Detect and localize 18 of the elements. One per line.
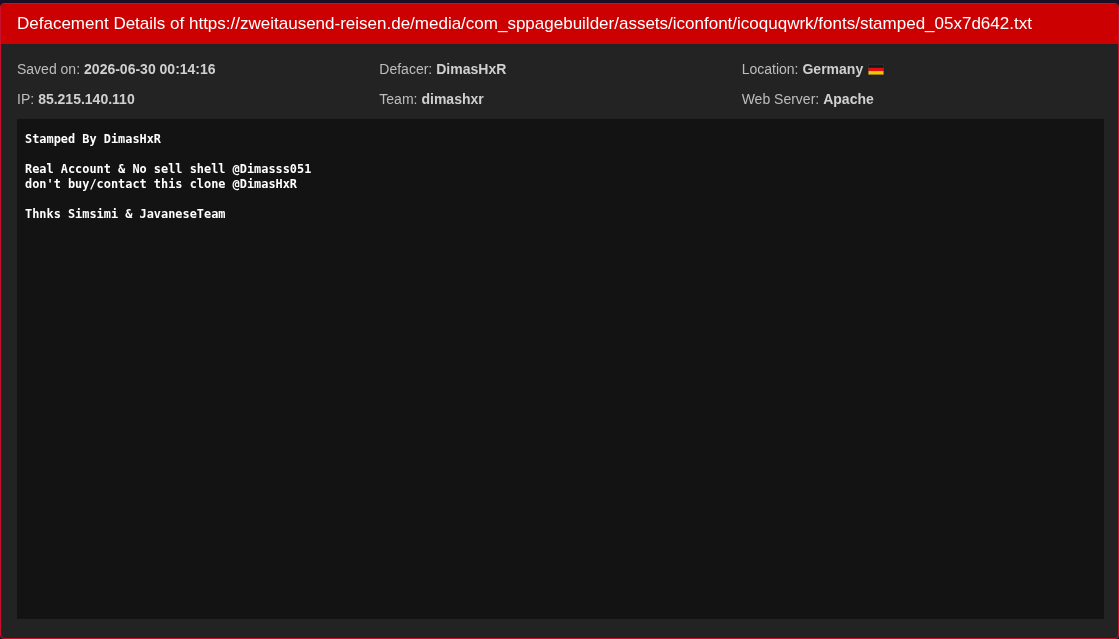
detail-label: Defacer: [379,60,433,79]
detail-value: 2026-06-30 00:14:16 [84,60,216,79]
detail-label: Location: [741,60,799,79]
detail-value: dimashxr [421,90,484,109]
panel-title: Defacement Details of https://zweitausend-reisen.de/media/com_sppagebuilder/assets/iconfont/icoquqwrk/fonts/stamped_05x7d642.txt [1,4,1118,44]
detail-label: Team: [379,90,418,109]
detail-label: Saved on: [17,60,81,79]
detail-value: DimasHxR [436,60,507,79]
mirror-text-line: Stamped By DimasHxR [25,132,163,147]
detail-value: 85.215.140.110 [38,90,135,109]
detail-label: IP: [17,90,35,109]
mirror-text-line: don't buy/contact this clone @DimasHxR [25,177,299,192]
flag-icon [868,63,885,75]
detail-value: Germany [802,60,864,79]
mirror-text-line: Real Account & No sell shell @Dimasss051 [25,162,313,177]
mirror-text-line: Thnks Simsimi & JavaneseTeam [25,207,227,222]
detail-label: Web Server: [741,90,820,109]
detail-value: Apache [823,90,874,109]
